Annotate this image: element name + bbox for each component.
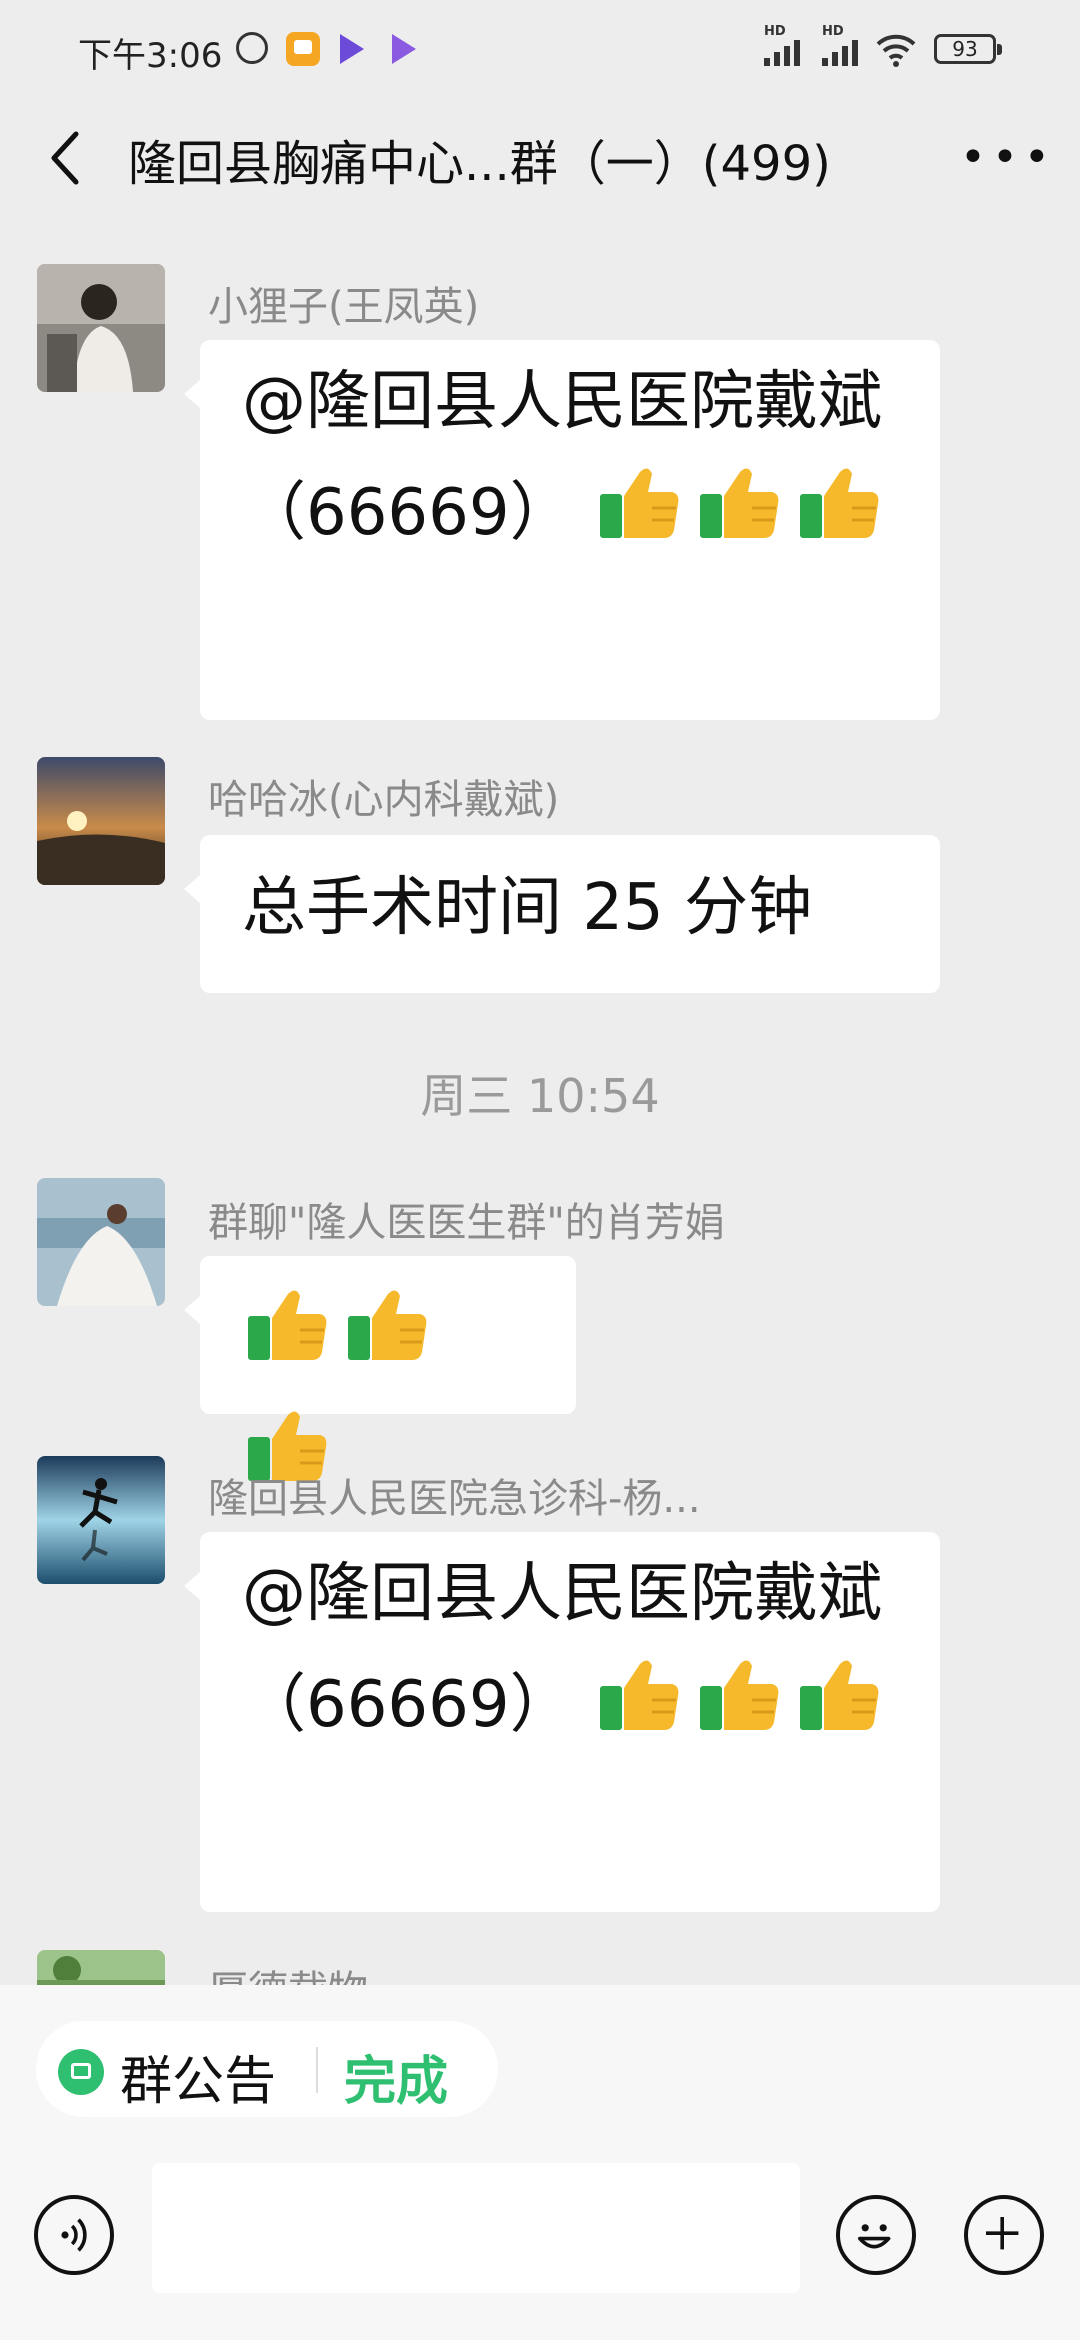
more-options-icon[interactable]: ••• <box>960 136 1056 180</box>
chat-header: 隆回县胸痛中心...群（一）(499) ••• <box>0 100 1080 210</box>
status-time: 下午3:06 <box>78 36 223 76</box>
message-input[interactable] <box>152 2163 800 2293</box>
message-bubble[interactable]: @隆回县人民医院戴斌（66669） <box>184 340 940 720</box>
thumbs-up-icon <box>342 1278 430 1399</box>
message-bubble[interactable]: 总手术时间 25 分钟 <box>184 835 940 993</box>
divider <box>316 2047 318 2093</box>
group-notice-chip[interactable]: 群公告 完成 <box>36 2021 498 2117</box>
battery-icon: 93 <box>934 34 1002 64</box>
thumbs-up-icon <box>794 1648 882 1769</box>
alarm-icon <box>236 32 268 64</box>
message-bubble[interactable] <box>184 1256 576 1481</box>
sender-name: 隆回县人民医院急诊科-杨... <box>208 1476 701 1522</box>
signal-icon-2 <box>822 36 866 66</box>
emoji-icon[interactable] <box>836 2195 916 2275</box>
signal-icon <box>764 36 808 66</box>
message-text: @隆回县人民医院戴斌（66669） <box>242 1557 882 1743</box>
message-text: 总手术时间 25 分钟 <box>242 871 813 945</box>
thumbs-up-icon <box>694 1648 782 1769</box>
avatar[interactable] <box>37 264 165 392</box>
sender-name: 哈哈冰(心内科戴斌) <box>208 777 560 823</box>
thumbs-up-icon <box>594 456 682 577</box>
video-app-icon-2 <box>392 34 416 64</box>
voice-input-icon[interactable] <box>34 2195 114 2275</box>
sender-name: 小狸子(王凤英) <box>208 284 480 330</box>
done-button[interactable]: 完成 <box>344 2039 448 2114</box>
chat-title: 隆回县胸痛中心...群（一）(499) <box>128 136 831 192</box>
status-bar: 下午3:06 HD HD 93 <box>0 0 1080 100</box>
sender-name: 群聊"隆人医医生群"的肖芳娟 <box>208 1200 725 1246</box>
video-app-icon <box>340 34 364 64</box>
thumbs-up-icon <box>594 1648 682 1769</box>
notification-app-icon <box>286 32 320 66</box>
wifi-icon <box>876 34 916 67</box>
thumbs-up-icon <box>794 456 882 577</box>
message-bubble[interactable]: @隆回县人民医院戴斌（66669） <box>184 1532 940 1912</box>
announcement-icon <box>58 2049 104 2095</box>
back-icon[interactable] <box>42 128 90 188</box>
message-text: @隆回县人民医院戴斌（66669） <box>242 365 882 551</box>
thumbs-up-icon <box>242 1278 330 1399</box>
more-functions-icon[interactable] <box>964 2195 1044 2275</box>
avatar[interactable] <box>37 1178 165 1306</box>
avatar[interactable] <box>37 1456 165 1584</box>
timestamp: 周三 10:54 <box>420 1069 660 1123</box>
group-notice-label[interactable]: 群公告 <box>120 2039 276 2114</box>
bottom-panel: 群公告 完成 <box>0 1985 1080 2340</box>
avatar[interactable] <box>37 757 165 885</box>
thumbs-up-icon <box>694 456 782 577</box>
